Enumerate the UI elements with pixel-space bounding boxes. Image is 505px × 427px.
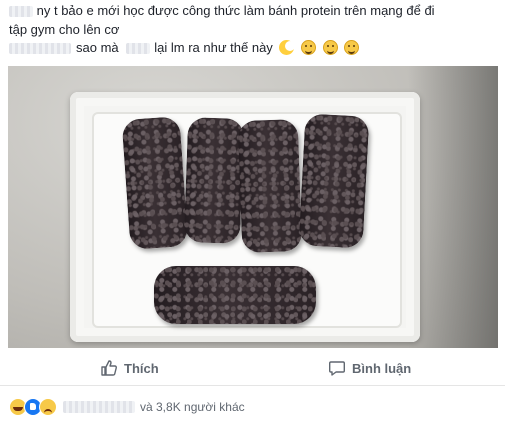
protein-bar <box>121 116 189 250</box>
post-text-3b: lại lm ra như thế này <box>154 40 273 55</box>
like-button[interactable]: Thích <box>100 359 159 377</box>
sweat-emoji-icon <box>344 40 360 55</box>
like-label: Thích <box>124 360 159 376</box>
post-text-line-3: sao mà lại lm ra như thế này <box>9 39 360 56</box>
post-photo[interactable] <box>8 66 498 348</box>
thumbs-up-icon <box>100 359 118 377</box>
post-actions: Thích Bình luận <box>0 351 505 386</box>
redacted-name <box>9 43 71 55</box>
reaction-count-text[interactable]: và 3,8K người khác <box>140 400 245 414</box>
redacted-name <box>9 6 33 18</box>
post-text-line-2: tập gym cho lên cơ <box>9 21 119 38</box>
laugh-emoji-icon <box>322 40 338 55</box>
photo-shadow <box>408 66 498 348</box>
redacted-name <box>126 43 151 55</box>
protein-bar <box>298 113 370 249</box>
facebook-post: ny t bảo e mới học được công thức làm bá… <box>0 0 505 427</box>
protein-bar <box>237 118 303 254</box>
comment-button[interactable]: Bình luận <box>328 359 411 377</box>
protein-bar <box>183 117 245 244</box>
smile-emoji-icon <box>301 40 317 55</box>
reaction-summary[interactable]: và 3,8K người khác <box>9 396 245 418</box>
post-text-3a: sao mà <box>76 40 119 55</box>
moon-emoji-icon <box>279 40 296 55</box>
protein-bar <box>154 266 316 324</box>
post-text-1: ny t bảo e mới học được công thức làm bá… <box>36 3 435 18</box>
sad-reaction-icon <box>39 398 57 416</box>
comment-label: Bình luận <box>352 360 412 376</box>
comment-bubble-icon <box>328 359 346 377</box>
redacted-reactor-names <box>63 401 135 413</box>
post-text-2: tập gym cho lên cơ <box>9 22 120 37</box>
post-text-line-1: ny t bảo e mới học được công thức làm bá… <box>9 2 435 19</box>
